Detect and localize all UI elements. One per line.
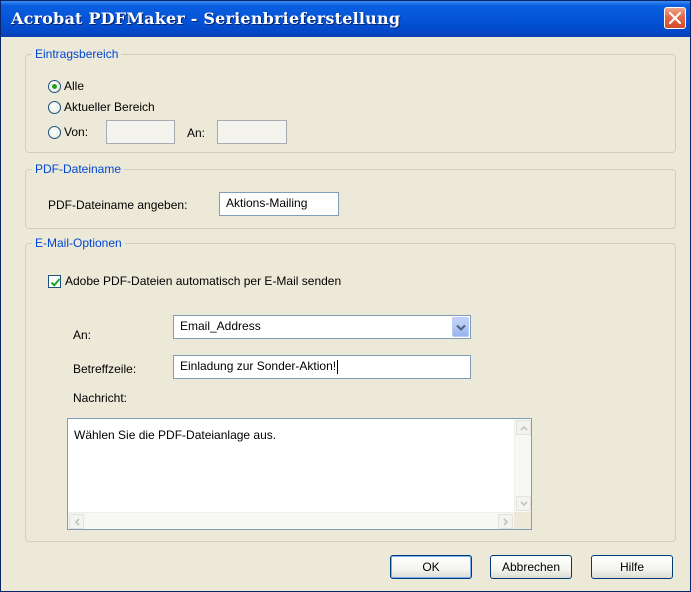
from-input[interactable] (106, 120, 175, 144)
message-text: Wählen Sie die PDF-Dateianlage aus. (74, 428, 277, 442)
horizontal-scrollbar[interactable] (68, 512, 514, 529)
entry-range-legend: Eintragsbereich (35, 47, 119, 61)
vertical-scrollbar[interactable] (514, 419, 531, 512)
pdf-name-input[interactable]: Aktions-Mailing (219, 192, 339, 216)
window-title: Acrobat PDFMaker - Serienbrieferstellung (11, 9, 401, 28)
auto-send-checkbox[interactable] (48, 274, 61, 288)
subject-input[interactable]: Einladung zur Sonder-Aktion! (173, 355, 471, 379)
title-bar[interactable]: Acrobat PDFMaker - Serienbrieferstellung (1, 1, 690, 37)
check-icon (50, 277, 61, 287)
email-to-dropdown-button[interactable] (452, 317, 469, 337)
radio-all[interactable] (48, 79, 61, 93)
radio-all-row[interactable]: Alle (48, 79, 84, 93)
scroll-up-button[interactable] (516, 420, 531, 435)
auto-send-label: Adobe PDF-Dateien automatisch per E-Mail… (65, 274, 342, 288)
pdf-name-group: PDF-Dateiname (25, 162, 676, 229)
scroll-down-button[interactable] (516, 496, 531, 511)
radio-from-row[interactable]: Von: (48, 125, 88, 139)
scroll-right-button[interactable] (498, 514, 513, 529)
cancel-button[interactable]: Abbrechen (490, 555, 572, 579)
radio-current-range[interactable] (48, 100, 61, 114)
auto-send-row[interactable]: Adobe PDF-Dateien automatisch per E-Mail… (48, 274, 341, 288)
email-to-value: Email_Address (180, 319, 261, 333)
subject-label: Betreffzeile: (73, 362, 137, 376)
scrollbar-corner (514, 512, 531, 529)
email-to-label: An: (73, 328, 92, 342)
pdf-name-legend: PDF-Dateiname (35, 162, 122, 176)
close-button[interactable] (664, 7, 686, 29)
ok-button[interactable]: OK (390, 555, 472, 579)
radio-from[interactable] (48, 125, 61, 139)
subject-value: Einladung zur Sonder-Aktion! (180, 359, 337, 373)
email-options-legend: E-Mail-Optionen (35, 236, 122, 250)
chevron-down-icon (520, 501, 528, 507)
email-to-combobox[interactable]: Email_Address (173, 315, 471, 339)
help-button[interactable]: Hilfe (591, 555, 673, 579)
chevron-up-icon (520, 425, 528, 431)
scroll-left-button[interactable] (69, 514, 84, 529)
close-icon (669, 12, 681, 24)
to-range-label: An: (187, 126, 206, 140)
to-input[interactable] (217, 120, 287, 144)
text-cursor (337, 359, 339, 374)
radio-from-label: Von: (64, 125, 89, 139)
radio-current-label: Aktueller Bereich (64, 100, 155, 114)
radio-current-row[interactable]: Aktueller Bereich (48, 100, 155, 114)
chevron-down-icon (456, 324, 466, 331)
radio-all-label: Alle (64, 79, 85, 93)
message-label: Nachricht: (73, 391, 128, 405)
pdf-name-label: PDF-Dateiname angeben: (48, 198, 188, 212)
dialog-window: Acrobat PDFMaker - Serienbrieferstellung… (0, 0, 691, 592)
chevron-right-icon (503, 518, 509, 526)
chevron-left-icon (74, 518, 80, 526)
message-textarea[interactable]: Wählen Sie die PDF-Dateianlage aus. (67, 418, 532, 530)
